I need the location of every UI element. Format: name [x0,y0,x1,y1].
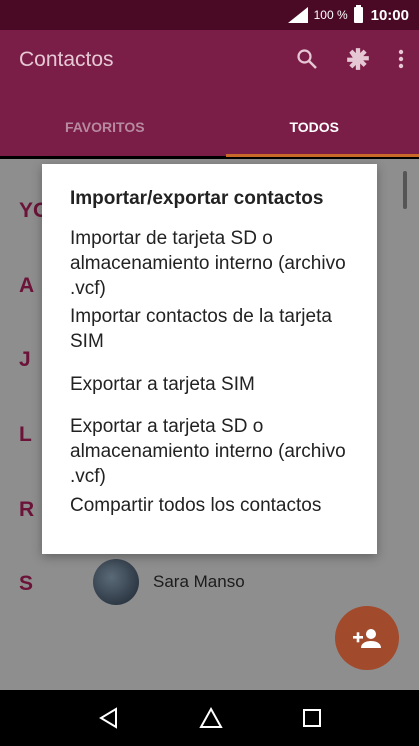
status-bar: 100 % 10:00 [0,0,419,30]
battery-percentage: 100 % [313,8,348,22]
avatar [93,559,139,605]
section-letter: S [19,572,34,595]
recents-icon[interactable] [302,708,322,728]
add-contact-button[interactable] [335,606,399,670]
tab-todos[interactable]: TODOS [210,114,419,156]
app-actions [295,46,405,72]
settings-icon[interactable] [345,46,371,72]
more-vert-icon[interactable] [397,47,405,71]
signal-icon [287,7,308,23]
tab-indicator [226,154,419,157]
menu-item-import-sim[interactable]: Importar contactos de la tarjeta SIM [70,304,360,354]
app-bar: Contactos FAVORITOS TODOS [0,30,419,157]
menu-item-export-sd[interactable]: Exportar a tarjeta SD o almacenamiento i… [70,414,360,489]
tab-favoritos[interactable]: FAVORITOS [0,114,210,156]
search-icon[interactable] [295,47,319,71]
scrollbar[interactable] [403,171,407,209]
app-title: Contactos [19,48,114,71]
tabs: FAVORITOS TODOS [0,114,419,156]
contact-name: Sara Manso [153,572,245,591]
nav-bar [0,690,419,746]
import-export-dialog: Importar/exportar contactos Importar de … [42,164,377,554]
section-letter: A [19,274,35,297]
menu-item-export-sim[interactable]: Exportar a tarjeta SIM [70,372,360,397]
section-letter: J [19,348,31,371]
list-item[interactable]: Sara Manso [93,559,245,605]
back-icon[interactable] [98,707,120,729]
section-letter: R [19,498,35,521]
clock: 10:00 [370,6,409,24]
home-icon[interactable] [198,706,223,730]
section-letter: L [19,423,32,446]
dialog-title: Importar/exportar contactos [70,188,324,209]
battery-icon [353,5,363,23]
menu-item-import-sd[interactable]: Importar de tarjeta SD o almacenamiento … [70,226,360,301]
menu-item-share-all[interactable]: Compartir todos los contactos [70,493,360,518]
add-person-icon [353,629,381,648]
